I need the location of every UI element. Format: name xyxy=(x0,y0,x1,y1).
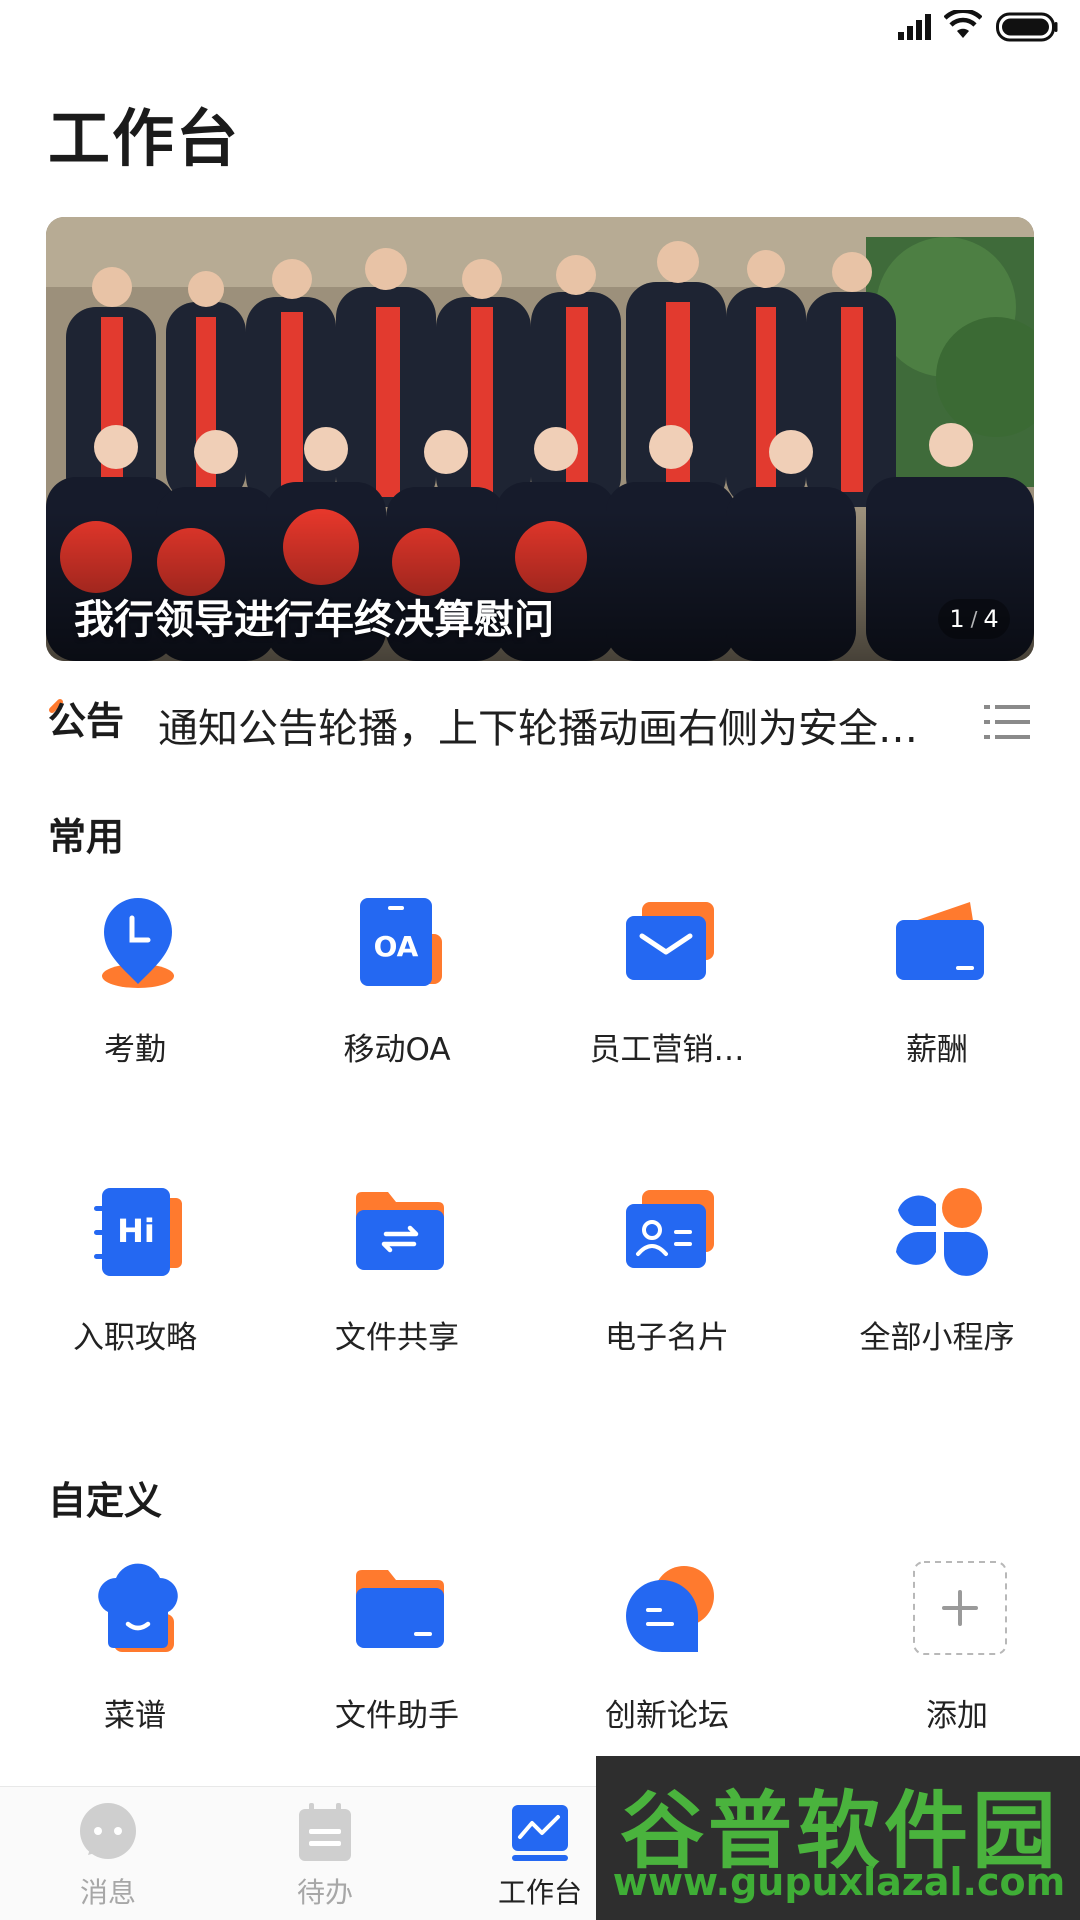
pager-total: 4 xyxy=(983,605,999,633)
chef-hat-icon xyxy=(98,1563,178,1652)
section-title-common: 常用 xyxy=(48,815,125,859)
svg-text:Hi: Hi xyxy=(117,1212,155,1250)
nav-label: 工作台 xyxy=(497,1876,582,1909)
app-onboarding[interactable]: Hi 入职攻略 xyxy=(0,1182,270,1382)
wifi-icon xyxy=(944,10,982,38)
battery-icon xyxy=(996,12,1058,42)
status-bar xyxy=(0,0,1080,56)
app-add[interactable]: 添加 xyxy=(822,1560,1080,1760)
app-label: 文件共享 xyxy=(335,1320,459,1356)
nav-label: 待办 xyxy=(296,1876,353,1909)
notice-badge: 公告 xyxy=(48,699,124,742)
banner-carousel[interactable]: 我行领导进行年终决算慰问 1 / 4 xyxy=(46,217,1034,661)
app-mobile-oa[interactable]: OA 移动OA xyxy=(262,894,532,1094)
folder-share-icon xyxy=(356,1192,444,1270)
banner-caption: 我行领导进行年终决算慰问 xyxy=(74,597,554,643)
list-icon[interactable] xyxy=(984,702,1030,742)
app-recipe[interactable]: 菜谱 xyxy=(0,1560,270,1760)
app-label: 添加 xyxy=(926,1698,988,1734)
folder-icon xyxy=(356,1570,444,1648)
notice-bar[interactable]: 公告 通知公告轮播，上下轮播动画右侧为安全… xyxy=(48,688,1032,752)
nav-label: 消息 xyxy=(79,1876,136,1909)
chat-bubble-icon xyxy=(626,1566,714,1652)
app-file-assistant[interactable]: 文件助手 xyxy=(262,1560,532,1760)
app-label: 创新论坛 xyxy=(605,1698,729,1734)
app-business-card[interactable]: 电子名片 xyxy=(532,1182,802,1382)
app-all-miniprograms[interactable]: 全部小程序 xyxy=(802,1182,1072,1382)
add-icon xyxy=(913,1561,1007,1655)
app-label: 员工营销… xyxy=(589,1032,745,1068)
cell-signal-icon xyxy=(898,14,931,40)
app-employee-marketing[interactable]: 员工营销… xyxy=(532,894,802,1094)
nav-tab-messages[interactable]: 消息 xyxy=(33,1803,183,1920)
app-file-share[interactable]: 文件共享 xyxy=(262,1182,532,1382)
oa-icon: OA xyxy=(360,898,442,986)
pager-current: 1 xyxy=(949,605,965,633)
app-label: 薪酬 xyxy=(906,1032,968,1068)
app-label: 全部小程序 xyxy=(859,1320,1015,1356)
page-title: 工作台 xyxy=(48,102,241,175)
notice-badge-text: 公告 xyxy=(48,699,124,742)
app-innovation-forum[interactable]: 创新论坛 xyxy=(532,1560,802,1760)
notice-text: 通知公告轮播，上下轮播动画右侧为安全… xyxy=(158,706,918,752)
workbench-icon xyxy=(512,1805,568,1861)
app-attendance[interactable]: 考勤 xyxy=(0,894,270,1094)
mail-icon xyxy=(626,902,714,980)
app-label: 电子名片 xyxy=(605,1320,729,1356)
onboarding-hi-icon: Hi xyxy=(94,1188,182,1276)
app-label: 入职攻略 xyxy=(73,1320,197,1356)
app-label: 文件助手 xyxy=(335,1698,459,1734)
nav-tab-todo[interactable]: 待办 xyxy=(250,1803,400,1920)
watermark-logo: 谷普软件园 www.gupuxlazal.com xyxy=(596,1756,1080,1920)
watermark-url: www.gupuxlazal.com xyxy=(612,1860,1066,1904)
app-label: 菜谱 xyxy=(104,1698,166,1734)
nav-tab-workbench[interactable]: 工作台 xyxy=(465,1803,615,1920)
todo-icon xyxy=(299,1803,351,1861)
banner-pager: 1 / 4 xyxy=(938,599,1010,639)
apps-grid-icon xyxy=(896,1188,988,1276)
salary-card-icon xyxy=(896,902,984,980)
business-card-icon xyxy=(626,1190,714,1268)
app-salary[interactable]: 薪酬 xyxy=(802,894,1072,1094)
attendance-icon xyxy=(102,898,174,988)
pager-separator: / xyxy=(970,607,978,631)
app-label: 移动OA xyxy=(343,1032,451,1068)
message-icon xyxy=(80,1803,136,1859)
section-title-custom: 自定义 xyxy=(48,1479,163,1523)
app-label: 考勤 xyxy=(104,1032,166,1068)
svg-text:OA: OA xyxy=(374,930,419,963)
